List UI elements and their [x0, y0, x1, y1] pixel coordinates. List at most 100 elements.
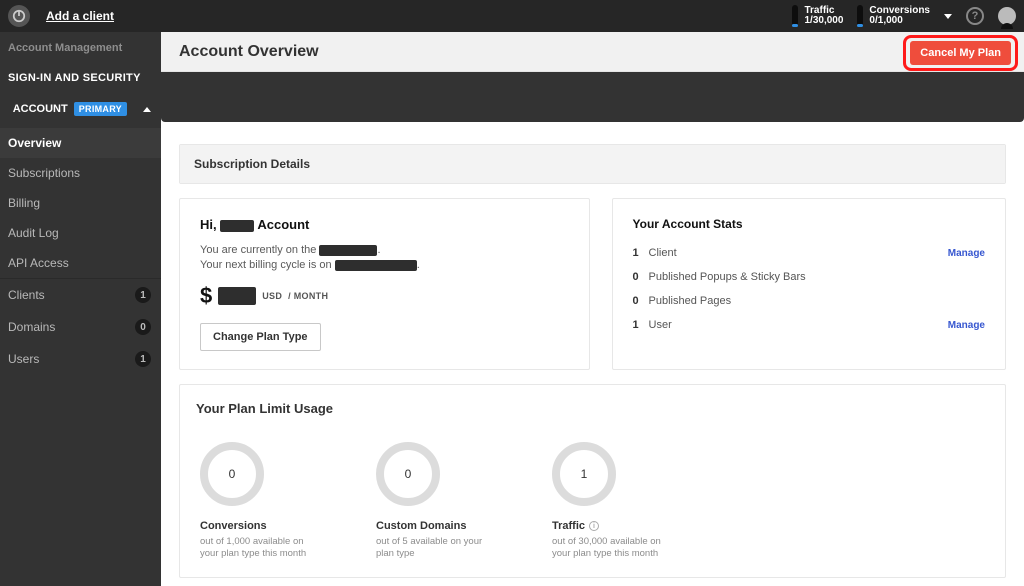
sidebar-items: Overview Subscriptions Billing Audit Log… — [0, 128, 161, 375]
sidebar-item-label: API Access — [8, 256, 69, 270]
gauge-traffic: 1 Traffic i out of 30,000 available on y… — [552, 442, 672, 561]
sidebar-item-label: Users — [8, 352, 39, 366]
plan-line-2-pre: Your next billing cycle is on — [200, 259, 335, 271]
redacted-price — [218, 287, 256, 305]
conversions-meter[interactable]: Conversions 0/1,000 — [857, 5, 930, 27]
stat-row-user: 1 User Manage — [633, 319, 985, 331]
chevron-up-icon — [143, 107, 151, 112]
stat-number: 1 — [633, 319, 649, 331]
subscription-panel-title: Subscription Details — [180, 145, 1005, 183]
cancel-plan-highlight: Cancel My Plan — [903, 35, 1018, 71]
gauge-custom-domains: 0 Custom Domains out of 5 available on y… — [376, 442, 496, 561]
redacted-date — [335, 260, 417, 271]
gauge-label: Conversions — [200, 520, 320, 532]
sidebar-count-badge: 1 — [135, 351, 151, 367]
page-title: Account Overview — [179, 43, 319, 61]
greeting-prefix: Hi, — [200, 217, 220, 232]
account-stats-card: Your Account Stats 1 Client Manage 0 Pub… — [612, 198, 1006, 370]
sidebar-item-subscriptions[interactable]: Subscriptions — [0, 158, 161, 188]
sidebar-heading-signin-security[interactable]: SIGN-IN AND SECURITY — [0, 64, 161, 92]
price-currency: USD — [262, 291, 282, 301]
gauge-ring: 0 — [376, 442, 440, 506]
stat-label: Published Popups & Sticky Bars — [649, 271, 985, 283]
sidebar-item-label: Overview — [8, 136, 61, 150]
gauge-subtext: out of 5 available on your plan type — [376, 536, 496, 561]
content: Subscription Details Hi, Account You are… — [161, 144, 1024, 578]
sidebar-item-audit-log[interactable]: Audit Log — [0, 218, 161, 248]
account-label: ACCOUNT — [13, 103, 68, 115]
redacted-name — [220, 220, 254, 232]
traffic-meter-bar — [792, 5, 798, 27]
plan-line-1-post: . — [377, 244, 380, 256]
subscription-card: Hi, Account You are currently on the . Y… — [179, 198, 590, 370]
redacted-plan — [319, 245, 377, 256]
conversions-meter-text: Conversions 0/1,000 — [869, 6, 930, 27]
sidebar-item-overview[interactable]: Overview — [0, 128, 161, 158]
greeting-suffix: Account — [254, 217, 309, 232]
stat-label: User — [649, 319, 948, 331]
gauge-value: 1 — [581, 467, 588, 481]
add-client-link[interactable]: Add a client — [46, 9, 114, 23]
greeting: Hi, Account — [200, 217, 569, 232]
gauge-subtext: out of 30,000 available on your plan typ… — [552, 536, 672, 561]
sidebar-heading-account-management[interactable]: Account Management — [0, 32, 161, 64]
gauge-label: Traffic i — [552, 520, 672, 532]
gauge-conversions: 0 Conversions out of 1,000 available on … — [200, 442, 320, 561]
dark-band — [161, 72, 1024, 122]
chevron-down-icon[interactable] — [944, 14, 952, 19]
stat-number: 1 — [633, 247, 649, 259]
cancel-my-plan-button[interactable]: Cancel My Plan — [910, 41, 1011, 65]
avatar[interactable] — [998, 7, 1016, 25]
gauge-label: Custom Domains — [376, 520, 496, 532]
help-icon[interactable]: ? — [966, 7, 984, 25]
gauges: 0 Conversions out of 1,000 available on … — [196, 442, 989, 561]
brand-logo[interactable] — [8, 5, 30, 27]
sidebar-item-label: Subscriptions — [8, 166, 80, 180]
subscription-panel: Subscription Details — [179, 144, 1006, 184]
sidebar-account-row[interactable]: ACCOUNT PRIMARY — [0, 92, 161, 128]
conversions-meter-bar — [857, 5, 863, 27]
sidebar-item-billing[interactable]: Billing — [0, 188, 161, 218]
sidebar: Account Management SIGN-IN AND SECURITY … — [0, 32, 161, 586]
sidebar-item-domains[interactable]: Domains0 — [0, 311, 161, 343]
sidebar-item-label: Clients — [8, 288, 45, 302]
gauge-value: 0 — [229, 467, 236, 481]
usage-panel: Your Plan Limit Usage 0 Conversions out … — [179, 384, 1006, 578]
row2: Hi, Account You are currently on the . Y… — [179, 198, 1006, 370]
sidebar-item-api-access[interactable]: API Access — [0, 248, 161, 278]
sidebar-item-users[interactable]: Users 1 — [0, 343, 161, 375]
stat-row-client: 1 Client Manage — [633, 247, 985, 259]
sidebar-item-label: Audit Log — [8, 226, 59, 240]
plan-line-1: You are currently on the . — [200, 244, 569, 256]
stat-label: Client — [649, 247, 948, 259]
account-stats-title: Your Account Stats — [633, 217, 985, 231]
traffic-meter[interactable]: Traffic 1/30,000 — [792, 5, 843, 27]
sidebar-count-badge: 0 — [135, 319, 151, 335]
change-plan-type-button[interactable]: Change Plan Type — [200, 323, 321, 351]
manage-users-link[interactable]: Manage — [948, 320, 985, 331]
traffic-meter-text: Traffic 1/30,000 — [804, 6, 843, 27]
brand-icon — [12, 9, 26, 23]
dollar-sign-icon: $ — [200, 283, 212, 309]
stat-row-popups: 0 Published Popups & Sticky Bars — [633, 271, 985, 283]
plan-line-1-pre: You are currently on the — [200, 244, 319, 256]
info-icon[interactable]: i — [589, 521, 599, 531]
sidebar-item-label: Billing — [8, 196, 40, 210]
stat-label: Published Pages — [649, 295, 985, 307]
usage-title: Your Plan Limit Usage — [196, 401, 989, 416]
manage-clients-link[interactable]: Manage — [948, 248, 985, 259]
price-row: $ USD / MONTH — [200, 283, 569, 309]
topbar-right: Traffic 1/30,000 Conversions 0/1,000 ? — [792, 5, 1016, 27]
stat-number: 0 — [633, 271, 649, 283]
stat-number: 0 — [633, 295, 649, 307]
gauge-value: 0 — [405, 467, 412, 481]
gauge-subtext: out of 1,000 available on your plan type… — [200, 536, 320, 561]
gauge-ring: 0 — [200, 442, 264, 506]
gauge-ring: 1 — [552, 442, 616, 506]
plan-line-2: Your next billing cycle is on . — [200, 259, 569, 271]
sidebar-item-clients[interactable]: Clients 1 — [0, 279, 161, 311]
plan-line-2-post: . — [417, 259, 420, 271]
sidebar-count-badge: 1 — [135, 287, 151, 303]
topbar: Add a client Traffic 1/30,000 Conversion… — [0, 0, 1024, 32]
conversions-value: 0/1,000 — [869, 16, 930, 27]
